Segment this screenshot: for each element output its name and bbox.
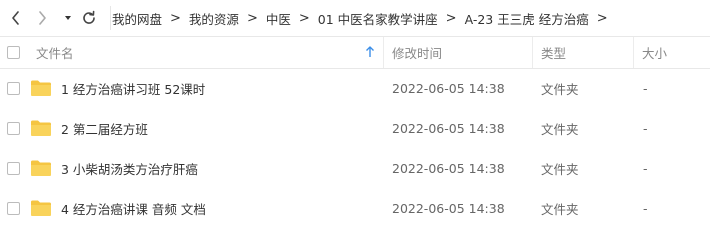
file-name[interactable]: 1 经方治癌讲习班 52课时 — [61, 68, 205, 108]
column-header-type[interactable]: 类型 — [541, 37, 566, 68]
arrow-up-icon[interactable] — [365, 46, 375, 58]
breadcrumb-separator: > — [596, 10, 608, 26]
row-checkbox[interactable] — [7, 82, 20, 95]
select-all-checkbox[interactable] — [7, 46, 20, 59]
breadcrumb: 我的网盘 > 我的资源 > 中医 > 01 中医名家教学讲座 > A-23 王三… — [112, 0, 616, 36]
table-row[interactable]: 4 经方治癌讲课 音频 文档 2022-06-05 14:38 文件夹 - — [0, 188, 710, 228]
forward-button[interactable] — [32, 8, 52, 28]
modified-time: 2022-06-05 14:38 — [392, 120, 505, 136]
breadcrumb-item-lectures[interactable]: 01 中医名家教学讲座 — [318, 9, 438, 28]
file-type: 文件夹 — [541, 121, 579, 137]
file-type: 文件夹 — [541, 81, 579, 97]
column-divider[interactable] — [633, 37, 634, 68]
column-header-size[interactable]: 大小 — [642, 37, 667, 68]
modified-time: 2022-06-05 14:38 — [392, 160, 505, 176]
file-name[interactable]: 2 第二届经方班 — [61, 108, 148, 148]
table-row[interactable]: 2 第二届经方班 2022-06-05 14:38 文件夹 - — [0, 108, 710, 148]
column-divider[interactable] — [383, 37, 384, 68]
file-name[interactable]: 3 小柴胡汤类方治疗肝癌 — [61, 148, 198, 188]
back-button[interactable] — [6, 8, 26, 28]
file-type: 文件夹 — [541, 161, 579, 177]
breadcrumb-separator: > — [170, 10, 181, 26]
folder-icon — [31, 120, 51, 136]
column-header-modified[interactable]: 修改时间 — [392, 37, 442, 68]
refresh-button[interactable] — [79, 8, 99, 28]
caret-down-icon — [65, 16, 71, 20]
row-checkbox[interactable] — [7, 202, 20, 215]
file-type: 文件夹 — [541, 201, 579, 217]
toolbar-divider — [110, 6, 111, 30]
file-size: - — [643, 80, 648, 96]
folder-icon — [31, 160, 51, 176]
row-checkbox[interactable] — [7, 122, 20, 135]
toolbar: 我的网盘 > 我的资源 > 中医 > 01 中医名家教学讲座 > A-23 王三… — [0, 0, 710, 36]
chevron-right-icon — [39, 11, 46, 25]
table-row[interactable]: 3 小柴胡汤类方治疗肝癌 2022-06-05 14:38 文件夹 - — [0, 148, 710, 188]
modified-time: 2022-06-05 14:38 — [392, 80, 505, 96]
file-size: - — [643, 200, 648, 216]
file-size: - — [643, 160, 648, 176]
refresh-icon — [83, 10, 95, 24]
file-list-header: 文件名 修改时间 类型 大小 — [0, 36, 710, 69]
folder-icon — [31, 200, 51, 216]
chevron-left-icon — [12, 11, 19, 25]
column-header-name[interactable]: 文件名 — [36, 37, 74, 68]
breadcrumb-item-current-folder[interactable]: A-23 王三虎 经方治癌 — [465, 9, 589, 28]
table-row[interactable]: 1 经方治癌讲习班 52课时 2022-06-05 14:38 文件夹 - — [0, 68, 710, 108]
column-divider[interactable] — [532, 37, 533, 68]
row-checkbox[interactable] — [7, 162, 20, 175]
file-size: - — [643, 120, 648, 136]
file-name[interactable]: 4 经方治癌讲课 音频 文档 — [61, 188, 206, 228]
breadcrumb-item-tcm[interactable]: 中医 — [266, 9, 291, 28]
breadcrumb-separator: > — [246, 10, 258, 26]
history-dropdown-button[interactable] — [58, 8, 78, 28]
modified-time: 2022-06-05 14:38 — [392, 200, 505, 216]
folder-icon — [31, 80, 51, 96]
breadcrumb-item-my-resources[interactable]: 我的资源 — [189, 9, 239, 28]
breadcrumb-item-my-drive[interactable]: 我的网盘 — [112, 9, 162, 28]
breadcrumb-separator: > — [298, 10, 310, 26]
breadcrumb-separator: > — [445, 10, 457, 26]
